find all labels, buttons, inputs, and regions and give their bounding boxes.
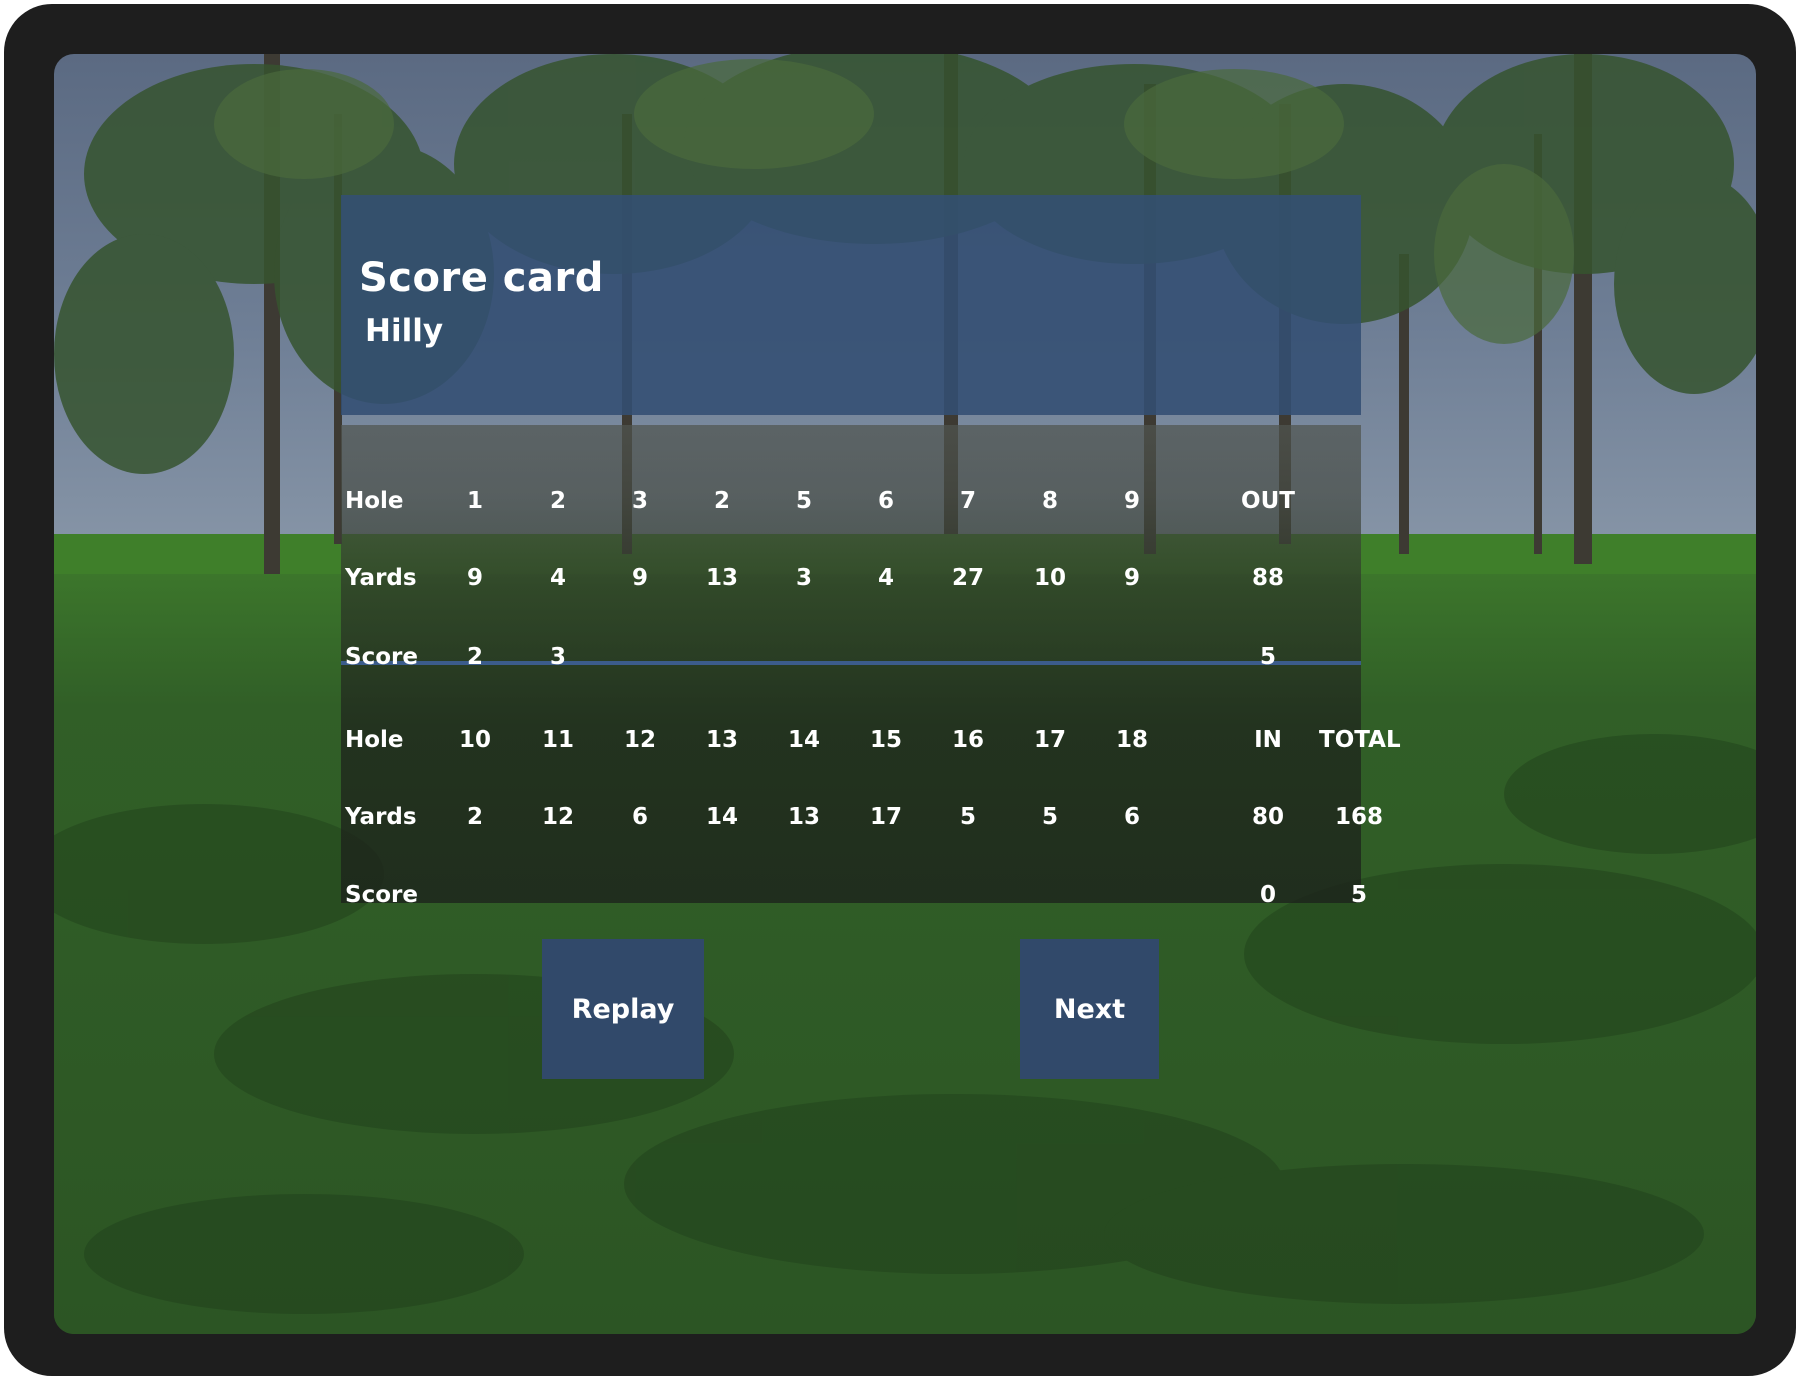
score-cell [435,875,515,915]
yards-cell: 5 [959,804,976,830]
hole-cell: 2 [713,488,730,514]
score-cell [1010,875,1090,915]
yards-cell: 27 [951,565,984,591]
total-header: TOTAL [1319,727,1401,753]
yards-cell: 4 [549,565,566,591]
yards-cell: 13 [705,565,738,591]
in-score: 0 [1259,882,1276,908]
score-cell [846,637,926,677]
hole-cell: 16 [951,727,984,753]
scorecard-header: Score card Hilly [341,195,1361,415]
yards-cell: 14 [705,804,738,830]
score-cell [682,875,762,915]
row-label: Yards [345,565,417,591]
score-cell [518,875,598,915]
back-score-row: Score 0 5 [341,875,1367,915]
in-yards: 80 [1251,804,1284,830]
back-yards-row: Yards 2 12 6 14 13 17 5 5 6 80 168 [341,797,1383,837]
yards-cell: 13 [787,804,820,830]
score-cell [1092,875,1172,915]
score-cell [682,637,762,677]
front-yards-row: Yards 9 4 9 13 3 4 27 10 9 88 [341,558,1361,598]
yards-cell: 12 [541,804,574,830]
score-cell [928,637,1008,677]
yards-cell: 6 [631,804,648,830]
score-cell [600,637,680,677]
replay-button[interactable]: Replay [542,939,704,1079]
out-yards: 88 [1251,565,1284,591]
yards-cell: 5 [1041,804,1058,830]
yards-cell: 4 [877,565,894,591]
hole-cell: 1 [466,488,483,514]
hole-cell: 14 [787,727,820,753]
hole-cell: 17 [1033,727,1066,753]
hole-cell: 11 [541,727,574,753]
total-score: 5 [1350,882,1367,908]
row-label: Yards [345,804,417,830]
row-label: Hole [345,727,404,753]
total-yards: 168 [1334,804,1383,830]
hole-cell: 15 [869,727,902,753]
hole-cell: 7 [959,488,976,514]
hole-cell: 5 [795,488,812,514]
hole-cell: 8 [1041,488,1058,514]
in-header: IN [1254,727,1282,753]
score-cell [1010,637,1090,677]
yards-cell: 6 [1123,804,1140,830]
score-cell [1092,637,1172,677]
hole-cell: 12 [623,727,656,753]
score-cell [846,875,926,915]
out-header: OUT [1241,488,1295,514]
hole-cell: 6 [877,488,894,514]
row-label: Score [345,644,418,670]
row-label: Score [345,882,418,908]
hole-cell: 9 [1123,488,1140,514]
next-button[interactable]: Next [1020,939,1159,1079]
hole-cell: 3 [631,488,648,514]
score-cell [764,637,844,677]
score-cell [764,875,844,915]
yards-cell: 9 [1123,565,1140,591]
hole-cell: 2 [549,488,566,514]
yards-cell: 9 [631,565,648,591]
score-cell: 2 [466,644,483,670]
scorecard-title: Score card [359,255,604,301]
yards-cell: 2 [466,804,483,830]
hole-cell: 10 [458,727,491,753]
row-label: Hole [345,488,404,514]
yards-cell: 9 [466,565,483,591]
out-score: 5 [1259,644,1276,670]
front-score-row: Score 2 3 5 [341,637,1361,677]
hole-cell: 18 [1115,727,1148,753]
yards-cell: 10 [1033,565,1066,591]
hole-cell: 13 [705,727,738,753]
yards-cell: 17 [869,804,902,830]
score-cell [600,875,680,915]
back-hole-row: Hole 10 11 12 13 14 15 16 17 18 IN TOTAL [341,720,1401,760]
front-hole-row: Hole 1 2 3 2 5 6 7 8 9 OUT [341,481,1361,521]
yards-cell: 3 [795,565,812,591]
course-name: Hilly [365,313,444,349]
score-cell [928,875,1008,915]
score-cell: 3 [549,644,566,670]
